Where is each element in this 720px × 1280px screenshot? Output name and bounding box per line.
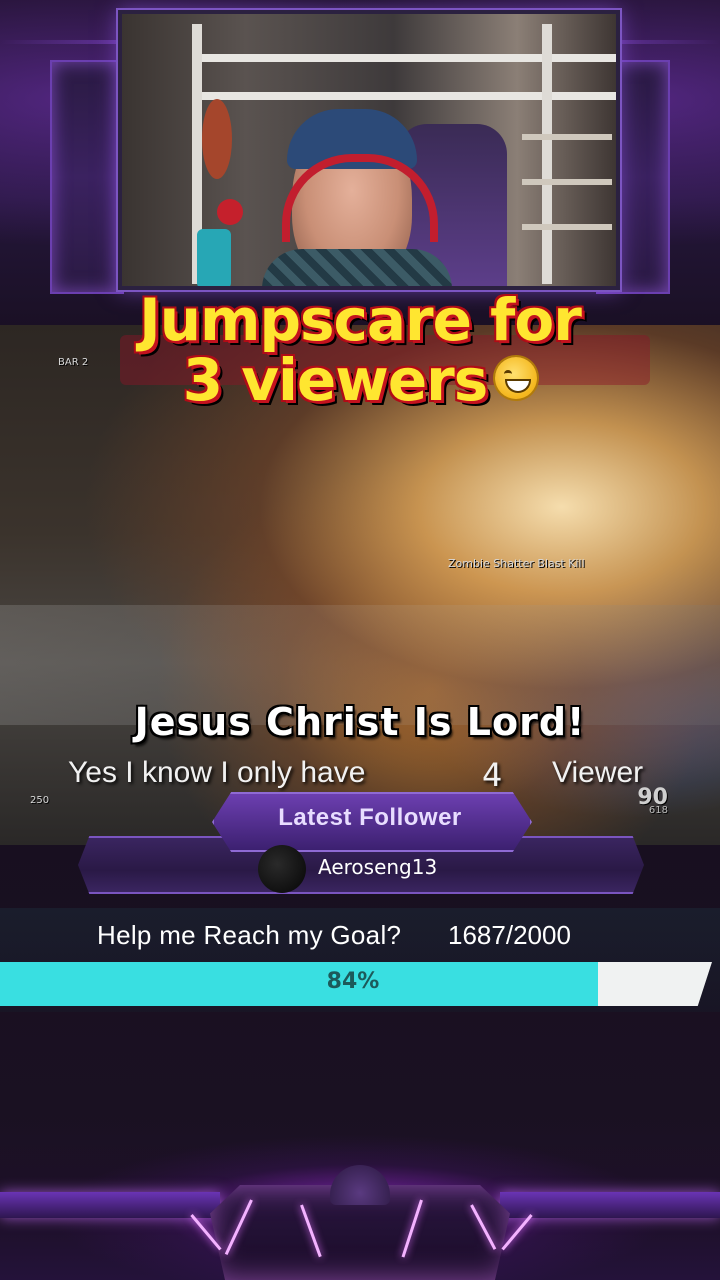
- shelf: [522, 179, 612, 185]
- shelf: [522, 224, 612, 230]
- shelf: [522, 134, 612, 140]
- caption-line-2: 3 viewers: [182, 346, 489, 414]
- viewer-count: 4: [482, 756, 503, 794]
- viewer-unit: Viewer: [552, 756, 644, 789]
- bottom-frame-bar-right: [500, 1192, 720, 1218]
- latest-follower-name: Aeroseng13: [318, 855, 438, 879]
- wall-decoration: [202, 99, 232, 179]
- bottom-frame-bar-left: [0, 1192, 220, 1218]
- goal-count: 1687/2000: [448, 920, 571, 950]
- latest-follower-title: Latest Follower: [278, 804, 462, 831]
- banner-text: Jesus Christ Is Lord!: [134, 700, 586, 744]
- avatar: [258, 845, 306, 893]
- water-bottle: [197, 229, 231, 286]
- caption-line-1: Jumpscare for: [139, 286, 582, 354]
- bunk-bed-post: [542, 24, 552, 284]
- hud-left-value: 250: [30, 795, 50, 806]
- bunk-bed-rail: [202, 54, 616, 62]
- goal-label: Help me Reach my Goal?: [97, 920, 402, 950]
- webcam-feed: [118, 10, 620, 290]
- sweat-smile-emoji-icon: [495, 356, 538, 399]
- kill-feed-text: Zombie Shatter Blast Kill: [448, 557, 585, 570]
- goal-percent: 84%: [326, 969, 380, 994]
- stream-frame: BAR 2 Zombie Shatter Blast Kill 250 90 6…: [0, 0, 720, 1280]
- streamer-shirt: [262, 249, 452, 286]
- left-frame-pillar: [50, 60, 124, 294]
- desk-object: [217, 199, 243, 225]
- video-caption: Jumpscare for 3 viewers: [0, 290, 720, 410]
- hud-ammo-reserve: 618: [648, 805, 668, 816]
- bunk-bed-rail: [202, 92, 616, 100]
- viewer-text: Yes I know I only have: [68, 756, 366, 789]
